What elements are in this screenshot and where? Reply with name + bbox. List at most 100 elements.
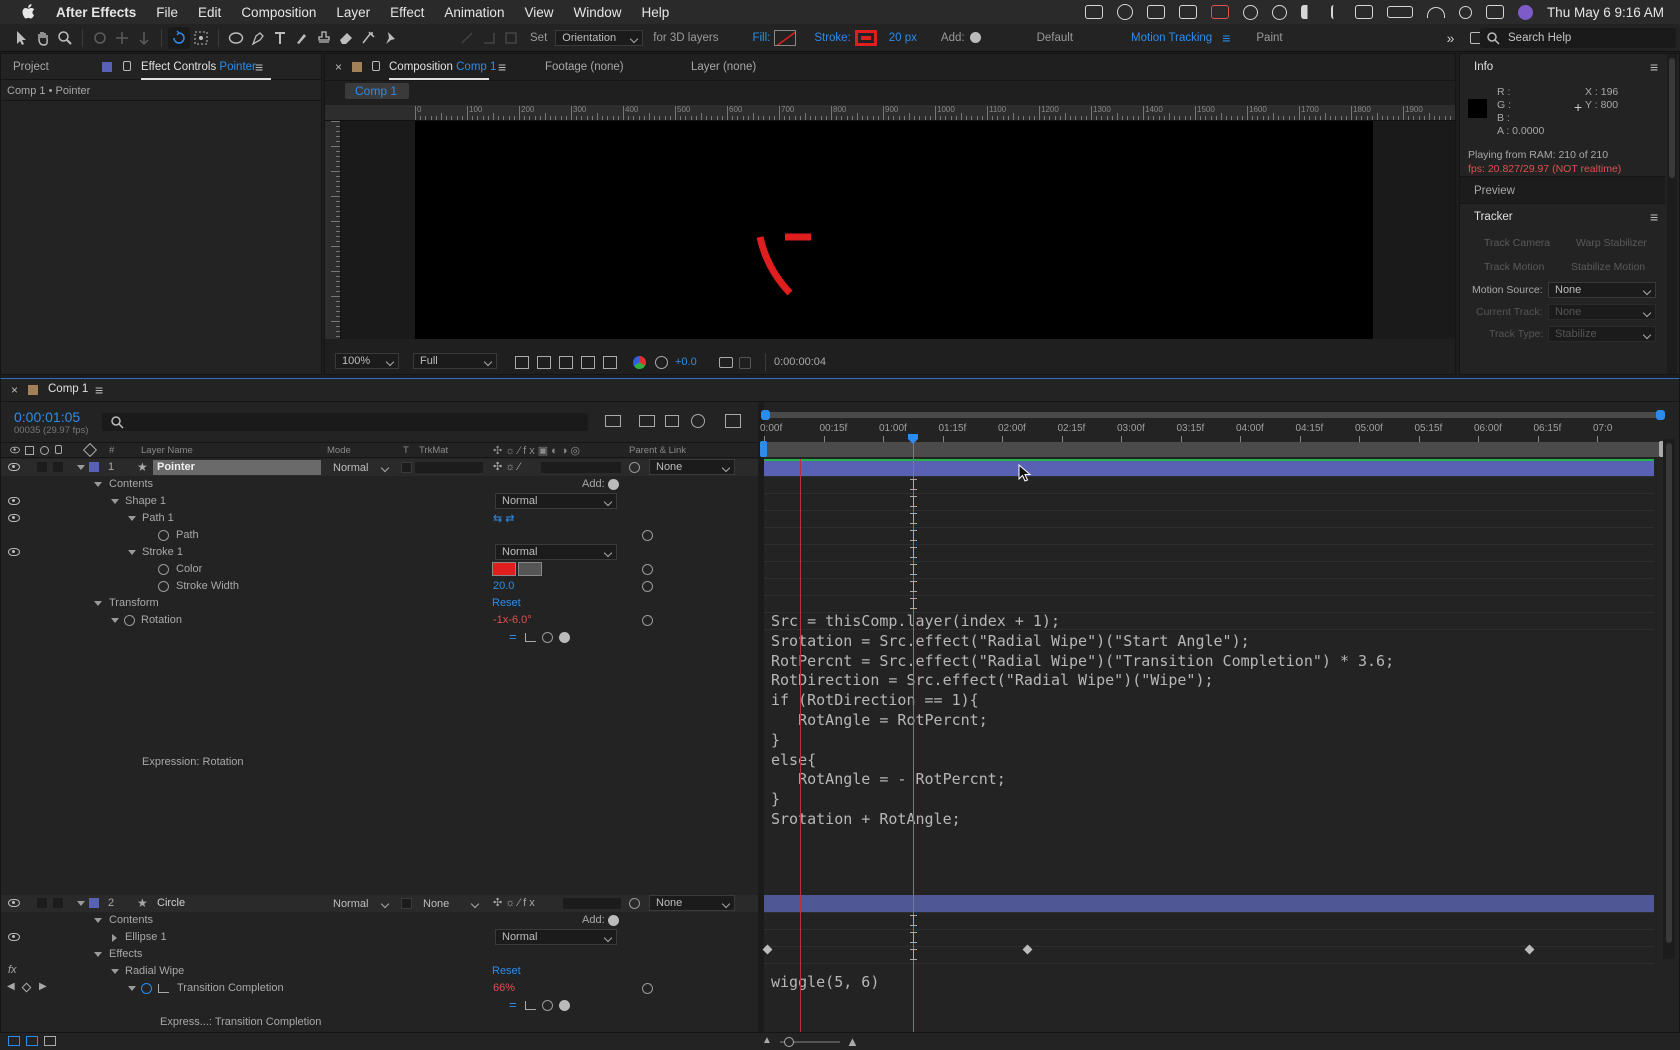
expression-graph-icon[interactable]: [525, 633, 536, 642]
orbit-camera-icon[interactable]: [89, 27, 111, 49]
blend-mode-dropdown[interactable]: Normal: [327, 460, 393, 476]
property-rotation[interactable]: Rotation -1x-6.0°: [1, 612, 758, 629]
clone-stamp-tool-icon[interactable]: [313, 27, 335, 49]
show-snapshot-icon[interactable]: [739, 357, 751, 369]
property-transition-completion[interactable]: ◀ ▶ Transition Completion 66%: [1, 980, 758, 997]
graph-editor-icon[interactable]: [725, 414, 741, 428]
expression-pick-whip-icon[interactable]: [542, 1000, 553, 1011]
menu-window[interactable]: Window: [574, 5, 622, 20]
close-tab-icon[interactable]: ×: [335, 60, 342, 74]
pick-whip-icon[interactable]: [642, 564, 653, 575]
twirl-down-icon[interactable]: [128, 516, 136, 521]
timeline-tab[interactable]: Comp 1: [48, 376, 88, 402]
lock-icon[interactable]: [123, 61, 131, 71]
transition-completion-value[interactable]: 66%: [493, 982, 515, 994]
twirl-down-icon[interactable]: [94, 482, 102, 487]
resolution-dropdown[interactable]: Full: [413, 353, 497, 369]
record-icon[interactable]: [1210, 5, 1229, 19]
panel-menu-icon[interactable]: ≡: [498, 59, 506, 75]
playhead-handle-icon[interactable]: [907, 433, 919, 445]
expression-language-menu-icon[interactable]: [559, 632, 570, 643]
exposure-value[interactable]: +0.0: [675, 356, 697, 368]
time-navigator[interactable]: [761, 410, 1665, 420]
stroke-blend-mode-dropdown[interactable]: Normal: [495, 544, 617, 560]
play-icon[interactable]: [1242, 4, 1258, 20]
property-effects[interactable]: Effects: [1, 946, 758, 963]
solo-switch-icon[interactable]: [40, 446, 49, 455]
ellipse-tool-icon[interactable]: [225, 27, 247, 49]
twirl-down-icon[interactable]: [94, 918, 102, 923]
stopwatch-active-icon[interactable]: [141, 983, 152, 994]
menu-animation[interactable]: Animation: [444, 5, 504, 20]
stopwatch-icon[interactable]: [158, 564, 169, 575]
col-parent[interactable]: Parent & Link: [629, 445, 686, 456]
overflow-chevron-icon[interactable]: »: [1447, 30, 1455, 46]
add-menu-icon[interactable]: [969, 32, 981, 43]
axis-view-icon[interactable]: [500, 27, 522, 49]
switches-header-icons[interactable]: ✣☼⁄fx▣◐◑◎: [493, 444, 583, 457]
grid-guides-icon[interactable]: [603, 356, 617, 369]
add-content-icon[interactable]: [608, 915, 619, 926]
timeline-scrollbar[interactable]: [1663, 439, 1675, 959]
col-trkmat[interactable]: TrkMat: [419, 445, 448, 456]
menu-help[interactable]: Help: [642, 5, 670, 20]
menu-composition[interactable]: Composition: [241, 5, 316, 20]
mask-visibility-icon[interactable]: [559, 356, 573, 369]
col-mode[interactable]: Mode: [327, 445, 351, 456]
track-camera-button[interactable]: Track Camera: [1484, 237, 1550, 249]
tab-layer[interactable]: Layer (none): [691, 54, 756, 80]
pointer-shape[interactable]: [415, 121, 1373, 339]
twirl-down-icon[interactable]: [128, 986, 136, 991]
viewer-timecode[interactable]: 0:00:00:04: [774, 356, 826, 368]
expression-language-menu-icon[interactable]: [559, 1000, 570, 1011]
work-area-bar[interactable]: [760, 441, 1666, 457]
visibility-eye-icon[interactable]: [8, 497, 20, 505]
twirl-down-icon[interactable]: [77, 901, 85, 906]
comp-frame[interactable]: [415, 121, 1373, 339]
pen-tool-icon[interactable]: [247, 27, 269, 49]
twirl-down-icon[interactable]: [111, 499, 119, 504]
add-content-icon[interactable]: [608, 479, 619, 490]
pick-whip-icon[interactable]: [642, 581, 653, 592]
menubar-clock[interactable]: Thu May 6 9:16 AM: [1547, 5, 1664, 20]
property-contents[interactable]: Contents Add:: [1, 912, 758, 929]
preserve-transparency-toggle[interactable]: [401, 462, 412, 473]
pan-camera-icon[interactable]: [111, 27, 133, 49]
type-tool-icon[interactable]: [269, 27, 291, 49]
reset-exposure-icon[interactable]: [655, 356, 668, 369]
rotation-expression-code[interactable]: Src = thisComp.layer(index + 1); Srotati…: [771, 612, 1394, 830]
axis-local-icon[interactable]: [456, 27, 478, 49]
orientation-dropdown[interactable]: Orientation: [555, 29, 644, 46]
blend-mode-dropdown[interactable]: Normal: [327, 896, 393, 912]
lock-icon[interactable]: [372, 61, 380, 71]
bluetooth-icon[interactable]: [1330, 5, 1341, 19]
property-path[interactable]: Path: [1, 527, 758, 544]
stroke-color-swatch[interactable]: [492, 562, 516, 576]
rotation-tool-icon[interactable]: [168, 26, 190, 49]
property-transform[interactable]: Transform Reset: [1, 595, 758, 612]
zoom-in-icon[interactable]: ▲: [846, 1034, 859, 1049]
workspace-paint[interactable]: Paint: [1256, 32, 1282, 44]
property-radial-wipe[interactable]: fx Radial Wipe Reset: [1, 963, 758, 980]
panel-menu-icon[interactable]: ≡: [1650, 59, 1658, 75]
menu-view[interactable]: View: [524, 5, 553, 20]
current-timecode[interactable]: 0:00:01:05: [14, 409, 80, 425]
panel-menu-icon[interactable]: ≡: [1650, 209, 1658, 225]
search-help-field[interactable]: Search Help: [1480, 28, 1676, 48]
next-keyframe-icon[interactable]: ▶: [39, 981, 47, 992]
workspace-default[interactable]: Default: [1037, 32, 1073, 44]
in-out-toggle-icon[interactable]: [44, 1036, 56, 1046]
zoom-slider[interactable]: [780, 1037, 840, 1047]
volume-icon[interactable]: [1300, 5, 1317, 19]
preview-panel-title[interactable]: Preview: [1474, 178, 1515, 204]
workspace-motion-tracking[interactable]: Motion Tracking: [1131, 32, 1212, 44]
twirl-down-icon[interactable]: [94, 601, 102, 606]
brush-tool-icon[interactable]: [291, 27, 313, 49]
stroke-width-value[interactable]: 20 px: [889, 32, 917, 44]
safe-zones-icon[interactable]: [515, 356, 529, 369]
transfer-controls-icon[interactable]: [26, 1036, 38, 1046]
pick-whip-icon[interactable]: [642, 983, 653, 994]
layer-row-circle[interactable]: 2 ★ Circle Normal None ✣☼⁄fx None: [1, 895, 758, 912]
pick-whip-icon[interactable]: [642, 615, 653, 626]
fill-swatch[interactable]: [774, 29, 797, 46]
